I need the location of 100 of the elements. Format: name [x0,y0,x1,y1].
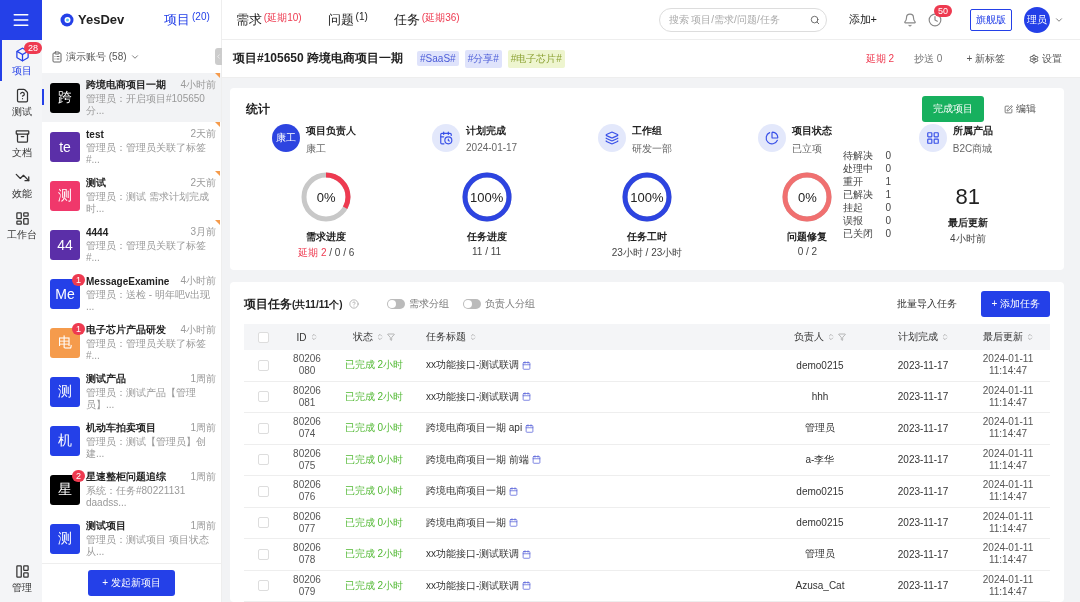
project-name: 跨境电商项目一期 [86,78,166,92]
project-preview: 管理员：测试产品【管理员】... [86,387,197,411]
count-badge: 1 [72,322,85,335]
add-button[interactable]: 添加+ [848,12,877,27]
task-status: 已完成 0小时 [344,421,404,436]
project-name: 星速整柜问题追综 [86,470,166,484]
info-label: 计划完成 [466,124,507,138]
rail-nav-item[interactable]: 测试 [0,81,42,122]
user-avatar[interactable]: 理员 [1024,6,1050,33]
count-badge: 50 [934,4,952,17]
column-header[interactable]: 状态 [353,330,373,344]
column-header[interactable]: ID [296,331,307,343]
task-title[interactable]: xx功能接口-测试联调 [426,578,520,593]
settings-button[interactable]: 设置 [1029,51,1062,66]
task-status: 已完成 2小时 [344,389,404,404]
row-checkbox[interactable] [257,580,269,592]
column-header[interactable]: 负责人 [794,330,824,344]
clock-icon[interactable] [928,12,942,27]
toggle-label: 需求分组 [408,297,449,311]
calendar-icon [522,392,532,402]
row-checkbox[interactable] [257,517,269,529]
issue-status-count: 0 [885,215,891,227]
metric-detail: 4小时前 [950,232,986,246]
bell-icon[interactable] [903,12,917,27]
row-checkbox[interactable] [257,391,269,403]
account-selector[interactable]: 演示账号 (58) [66,49,127,64]
project-preview: 管理员：测试项目 项目状态从... [86,534,210,558]
task-title[interactable]: 跨境电商项目一期 api [426,421,523,436]
column-header[interactable]: 计划完成 [897,330,938,344]
toggle-switch[interactable] [386,299,405,309]
sort-icon [1025,333,1034,341]
select-all-checkbox[interactable] [257,331,269,343]
column-header[interactable]: 任务标题 [426,330,466,344]
rail-nav-item[interactable]: 效能 [0,163,42,204]
filter-icon [387,333,395,341]
info-value: 康工 [306,142,328,156]
issue-status-count: 1 [885,189,891,201]
toggle-switch[interactable] [462,299,481,309]
project-time: 4小时前 [180,274,216,288]
task-title[interactable]: 跨境电商项目一期 [426,515,506,530]
row-checkbox[interactable] [257,485,269,497]
sort-icon [376,333,384,341]
rail-nav-item[interactable]: 文档 [0,122,42,163]
help-icon [348,299,359,309]
plan-date: 2023-11-17 [897,548,949,560]
project-time: 1周前 [190,519,216,533]
project-preview: 管理员：测试 需求计划完成时... [86,191,210,215]
project-avatar: 跨 [50,82,80,113]
updated-time: 2024-01-11 11:14:47 [981,510,1035,535]
plan-date: 2023-11-17 [897,517,949,529]
rail-icon [14,129,30,144]
updated-time: 2024-01-11 11:14:47 [981,573,1035,598]
task-status: 已完成 2小时 [344,358,404,373]
task-title[interactable]: 跨境电商项目一期 [426,484,506,499]
add-task-button[interactable]: + 添加任务 [981,291,1050,317]
project-time: 2天前 [190,127,216,141]
toggle-label: 负责人分组 [484,297,535,311]
rail-nav-item[interactable]: 管理 [0,557,42,598]
task-title[interactable]: 跨境电商项目一期 前端 [426,452,529,467]
metric-value: 81 [955,184,981,210]
metric-detail: 11 / 11 [472,246,502,257]
row-checkbox[interactable] [257,359,269,371]
issue-status-label: 已解决 [843,189,874,201]
plan-date: 2023-11-17 [897,454,949,466]
edit-button[interactable]: 编辑 [1004,102,1036,116]
gear-icon [1029,53,1039,64]
issue-status-count: 0 [885,202,891,214]
edition-button[interactable]: 旗舰版 [970,8,1012,31]
row-checkbox[interactable] [257,422,269,434]
search-icon [809,14,820,25]
edit-icon [1004,104,1013,114]
delay-link[interactable]: 延期 2 [865,51,895,66]
menu-button[interactable] [0,0,42,40]
task-status: 已完成 2小时 [344,547,404,562]
cc-link[interactable]: 抄送 0 [914,51,943,66]
new-project-button[interactable]: + 发起新项目 [88,570,175,596]
new-tag-button[interactable]: + 新标签 [966,51,1005,66]
task-title[interactable]: xx功能接口-测试联调 [426,358,520,373]
info-icon [598,124,626,152]
task-owner: hhh [811,391,829,403]
collapse-handle[interactable] [215,48,222,65]
info-value: 2024-01-17 [466,142,518,153]
project-list-item[interactable]: 跨 跨境电商项目一期 4小时前 管理员：开启项目#105650分... [42,73,221,122]
task-title[interactable]: xx功能接口-测试联调 [426,547,520,562]
info-value: 已立项 [792,142,824,156]
count-badge: 28 [24,42,42,54]
metric-label: 问题修复 [787,230,828,244]
rail-nav-item[interactable]: 工作台 [0,204,42,245]
rail-icon [14,211,30,226]
logo-text: YesDev [78,12,125,27]
task-title[interactable]: xx功能接口-测试联调 [426,389,520,404]
project-time: 2天前 [190,176,216,190]
row-checkbox[interactable] [257,548,269,560]
updated-time: 2024-01-11 11:14:47 [981,384,1035,409]
issue-status-count: 0 [885,163,891,175]
updated-time: 2024-01-11 11:14:47 [981,416,1035,441]
task-status: 已完成 0小时 [344,515,404,530]
column-header[interactable]: 最后更新 [982,330,1023,344]
row-checkbox[interactable] [257,454,269,466]
bulk-import-button[interactable]: 批量导入任务 [897,297,958,311]
